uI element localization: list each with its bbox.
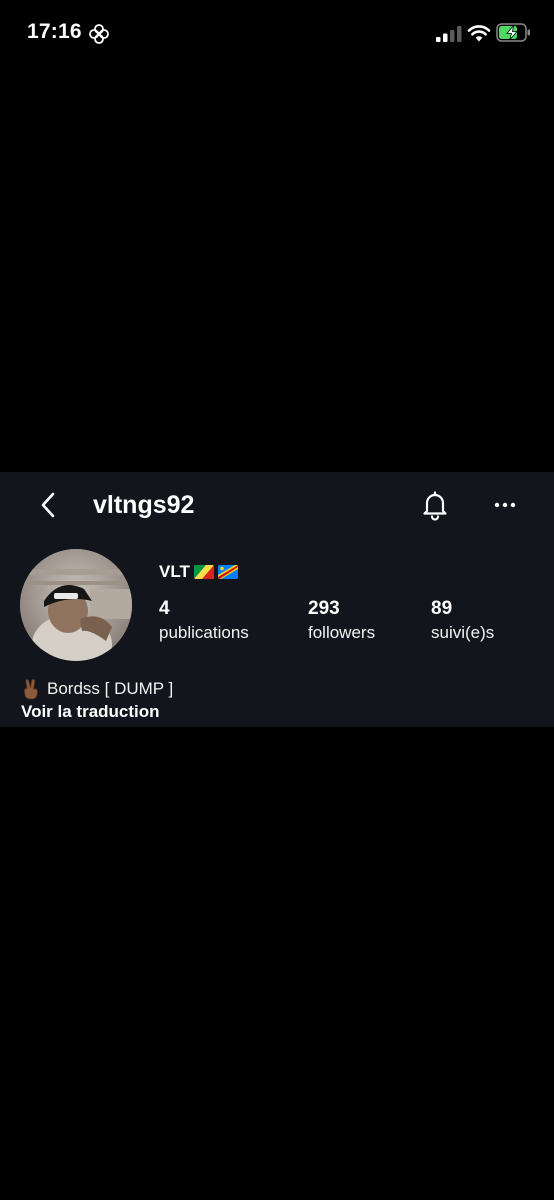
display-name-text: VLT	[159, 562, 190, 581]
avatar-photo	[20, 549, 132, 661]
status-time: 17:16	[27, 20, 82, 43]
signal-icon	[436, 26, 462, 42]
bio: Bordss [ DUMP ]	[21, 678, 173, 700]
republic-of-congo-flag	[193, 565, 214, 579]
posts-count: 4	[159, 598, 170, 619]
battery-charging-icon	[496, 23, 530, 42]
status-bar: 17:16	[0, 0, 554, 68]
dr-congo-flag	[217, 565, 238, 579]
profile-card: vltngs92 VLT 4 publications 293 follower…	[0, 472, 554, 727]
flower-icon	[89, 24, 109, 44]
bell-icon[interactable]	[418, 488, 452, 522]
stat-followers[interactable]: 293 followers	[308, 597, 375, 645]
translate-link[interactable]: Voir la traduction	[21, 702, 160, 722]
following-label: suivi(e)s	[431, 623, 495, 642]
bio-text: Bordss [ DUMP ]	[47, 679, 174, 698]
avatar[interactable]	[20, 549, 132, 661]
posts-label: publications	[159, 623, 249, 642]
followers-label: followers	[308, 623, 376, 642]
stat-posts[interactable]: 4 publications	[159, 597, 249, 645]
profile-username: vltngs92	[93, 491, 195, 519]
following-count: 89	[431, 598, 453, 619]
more-dots-icon[interactable]	[490, 490, 520, 520]
display-name: VLT	[159, 562, 238, 582]
stat-following[interactable]: 89 suivi(e)s	[431, 597, 494, 645]
victory-hand-icon	[24, 679, 38, 700]
wifi-icon	[467, 25, 491, 42]
followers-count: 293	[308, 598, 340, 619]
back-chevron-icon[interactable]	[32, 488, 66, 522]
